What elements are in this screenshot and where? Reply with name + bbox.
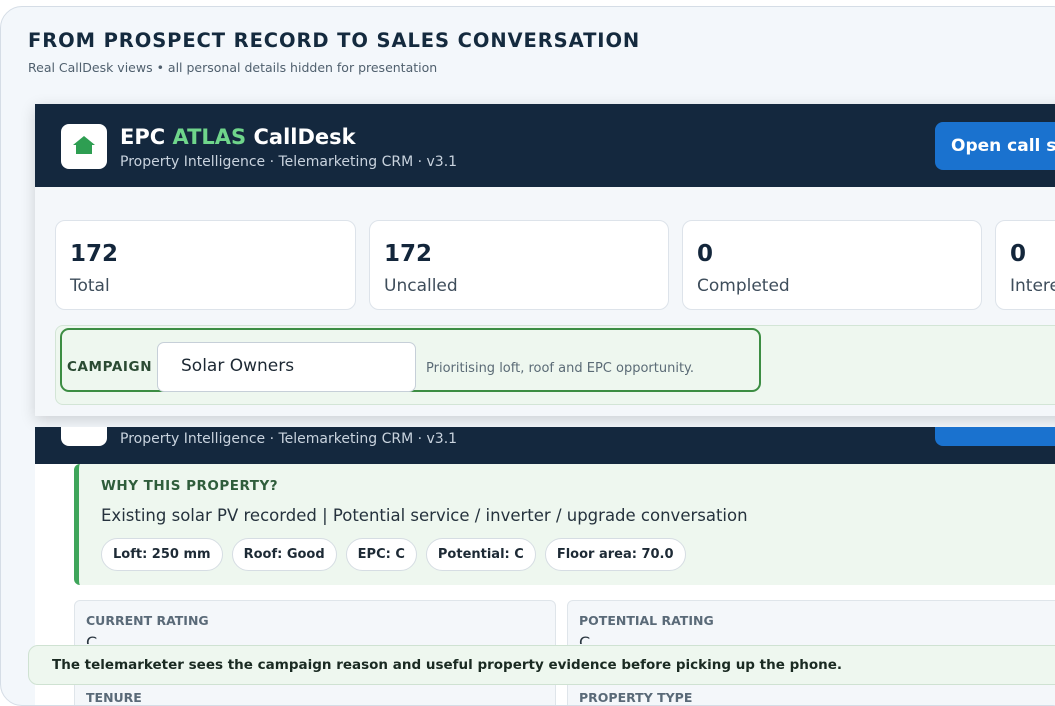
stat-value: 172 xyxy=(384,241,433,267)
presentation-frame: FROM PROSPECT RECORD TO SALES CONVERSATI… xyxy=(0,6,1055,706)
why-text: Existing solar PV recorded | Potential s… xyxy=(101,506,748,525)
dashboard-screenshot: EPC ATLAS CallDesk Property Intelligence… xyxy=(35,104,1055,416)
stat-value: 0 xyxy=(1010,241,1027,267)
page-subtitle: Real CallDesk views • all personal detai… xyxy=(28,60,438,75)
why-this-property-card: WHY THIS PROPERTY? Existing solar PV rec… xyxy=(74,464,1055,585)
stat-label: Completed xyxy=(697,276,790,296)
app-title: EPC ATLAS CallDesk xyxy=(120,125,356,149)
app-header: EPC ATLAS CallDesk Property Intelligence… xyxy=(35,104,1055,187)
current-rating-label: CURRENT RATING xyxy=(86,613,209,628)
chip-loft: Loft: 250 mm xyxy=(101,538,223,571)
stat-label: Intere xyxy=(1010,276,1055,296)
campaign-note: Prioritising loft, roof and EPC opportun… xyxy=(426,361,695,376)
current-rating-value: C xyxy=(86,633,98,644)
evidence-chips: Loft: 250 mm Roof: Good EPC: C Potential… xyxy=(101,538,686,571)
stat-card-interested: 0 Intere xyxy=(995,220,1055,310)
chip-potential: Potential: C xyxy=(425,538,536,571)
app-title-accent: ATLAS xyxy=(172,125,247,149)
stat-card-completed: 0 Completed xyxy=(682,220,982,310)
property-type-label: PROPERTY TYPE xyxy=(579,690,693,705)
campaign-label: CAMPAIGN xyxy=(67,359,153,375)
tenure-label: TENURE xyxy=(86,690,142,705)
campaign-select[interactable]: Solar Owners xyxy=(157,342,416,392)
open-call-sheet-button[interactable] xyxy=(935,427,1055,446)
chip-floor-area: Floor area: 70.0 xyxy=(544,538,686,571)
stat-label: Uncalled xyxy=(384,276,458,296)
stat-card-uncalled: 172 Uncalled xyxy=(369,220,669,310)
caption-banner: The telemarketer sees the campaign reaso… xyxy=(28,645,1055,685)
stat-card-total: 172 Total xyxy=(55,220,356,310)
house-icon xyxy=(73,136,95,154)
app-tagline: Property Intelligence · Telemarketing CR… xyxy=(120,431,458,447)
potential-rating-value: C xyxy=(579,633,591,644)
app-header: Property Intelligence · Telemarketing CR… xyxy=(35,427,1055,464)
app-logo xyxy=(61,427,107,446)
chip-roof: Roof: Good xyxy=(231,538,337,571)
app-logo xyxy=(61,124,107,169)
stat-value: 172 xyxy=(70,241,119,267)
why-heading: WHY THIS PROPERTY? xyxy=(101,478,279,494)
chip-epc: EPC: C xyxy=(345,538,417,571)
app-tagline: Property Intelligence · Telemarketing CR… xyxy=(120,154,458,170)
stat-label: Total xyxy=(70,276,110,296)
stat-value: 0 xyxy=(697,241,714,267)
potential-rating-label: POTENTIAL RATING xyxy=(579,613,714,628)
page-title: FROM PROSPECT RECORD TO SALES CONVERSATI… xyxy=(28,29,641,52)
open-call-sheet-button[interactable]: Open call sh xyxy=(935,122,1055,170)
